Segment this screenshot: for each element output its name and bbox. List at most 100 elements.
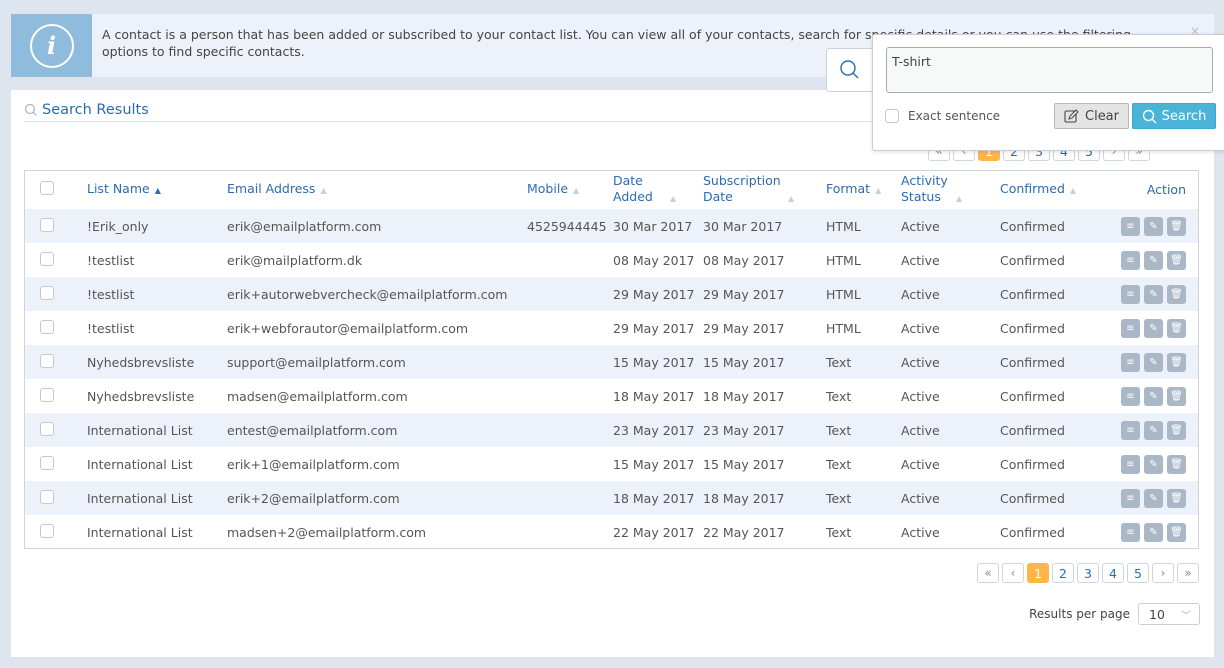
page-prev-button[interactable]: ‹ [1002, 563, 1024, 583]
page-button[interactable]: 3 [1077, 563, 1099, 583]
column-header-subscription-date[interactable]: Subscription Date ▲ [703, 171, 826, 209]
view-icon[interactable]: ≡ [1121, 352, 1140, 372]
cell-list-name: !testlist [87, 320, 135, 336]
page-last-button[interactable]: » [1177, 563, 1199, 583]
delete-icon[interactable]: 🗑 [1167, 522, 1186, 542]
table-row[interactable]: International List erik+1@emailplatform.c… [25, 447, 1198, 481]
column-header-email[interactable]: Email Address ▲ [227, 171, 527, 209]
row-checkbox[interactable] [40, 455, 54, 470]
cell-activity-status: Active [901, 209, 1000, 243]
cell-format: HTML [826, 252, 861, 268]
cell-list-name: !testlist [87, 252, 135, 268]
table-row[interactable]: International List madsen+2@emailplatform… [25, 515, 1198, 549]
cell-subscription-date: 18 May 2017 [703, 388, 785, 404]
edit-icon[interactable]: ✎ [1144, 250, 1163, 270]
edit-icon[interactable]: ✎ [1144, 386, 1163, 406]
page-first-button[interactable]: « [977, 563, 999, 583]
delete-icon[interactable]: 🗑 [1167, 284, 1186, 304]
row-checkbox[interactable] [40, 387, 54, 402]
cell-email: madsen@emailplatform.com [227, 388, 408, 404]
chevron-down-icon: ﹀ [1181, 610, 1191, 622]
delete-icon[interactable]: 🗑 [1167, 216, 1186, 236]
delete-icon[interactable]: 🗑 [1167, 454, 1186, 474]
table-row[interactable]: International List erik+2@emailplatform.c… [25, 481, 1198, 515]
table-row[interactable]: International List entest@emailplatform.c… [25, 413, 1198, 447]
results-per-page-select[interactable]: 10 ﹀ [1138, 603, 1200, 625]
search-results-title: Search Results [42, 102, 149, 118]
cell-date-added: 15 May 2017 [613, 456, 695, 472]
view-icon[interactable]: ≡ [1121, 216, 1140, 236]
cell-mobile: 4525944445 [527, 209, 613, 243]
page-next-button[interactable]: › [1152, 563, 1174, 583]
delete-icon[interactable]: 🗑 [1167, 318, 1186, 338]
cell-format: Text [826, 388, 852, 404]
cell-confirmed: Confirmed [1000, 320, 1065, 336]
cell-format: Text [826, 456, 852, 472]
cell-list-name: International List [87, 456, 193, 472]
edit-icon[interactable]: ✎ [1144, 352, 1163, 372]
edit-icon[interactable]: ✎ [1144, 284, 1163, 304]
delete-icon[interactable]: 🗑 [1167, 420, 1186, 440]
table-row[interactable]: Nyhedsbrevsliste support@emailplatform.co… [25, 345, 1198, 379]
column-header-date-added[interactable]: Date Added ▲ [613, 171, 703, 209]
select-all-checkbox[interactable] [40, 181, 54, 195]
cell-activity-status: Active [901, 388, 940, 404]
row-checkbox[interactable] [40, 217, 54, 232]
view-icon[interactable]: ≡ [1121, 522, 1140, 542]
column-header-activity-status[interactable]: Activity Status ▲ [901, 171, 1000, 209]
view-icon[interactable]: ≡ [1121, 488, 1140, 508]
table-row[interactable]: !testlist erik@mailplatform.dk 08 May 2017… [25, 243, 1198, 277]
search-query-input[interactable] [886, 47, 1213, 93]
cell-activity-status: Active [901, 345, 1000, 379]
delete-icon[interactable]: 🗑 [1167, 352, 1186, 372]
table-row[interactable]: !Erik_only erik@emailplatform.com 45259444… [25, 209, 1198, 243]
row-checkbox[interactable] [40, 353, 54, 368]
delete-icon[interactable]: 🗑 [1167, 386, 1186, 406]
column-header-list-name[interactable]: List Name ▲ [87, 171, 227, 209]
edit-icon[interactable]: ✎ [1144, 522, 1163, 542]
row-checkbox[interactable] [40, 319, 54, 334]
table-row[interactable]: !testlist erik+webforautor@emailplatform.… [25, 311, 1198, 345]
column-header-mobile[interactable]: Mobile ▲ [527, 171, 613, 209]
cell-activity-status: Active [901, 252, 940, 268]
cell-subscription-date: 29 May 2017 [703, 320, 785, 336]
cell-date-added: 18 May 2017 [613, 481, 703, 515]
exact-sentence-checkbox[interactable] [885, 109, 899, 123]
row-checkbox[interactable] [40, 421, 54, 436]
delete-icon[interactable]: 🗑 [1167, 250, 1186, 270]
cell-list-name: !Erik_only [87, 209, 227, 243]
edit-icon[interactable]: ✎ [1144, 488, 1163, 508]
row-checkbox[interactable] [40, 285, 54, 300]
clear-button[interactable]: Clear [1054, 103, 1129, 129]
sort-icon: ▲ [956, 194, 963, 203]
row-checkbox[interactable] [40, 489, 54, 504]
cell-list-name: International List [87, 524, 193, 540]
column-header-format[interactable]: Format ▲ [826, 171, 901, 209]
edit-icon[interactable]: ✎ [1144, 216, 1163, 236]
view-icon[interactable]: ≡ [1121, 420, 1140, 440]
page-button[interactable]: 5 [1127, 563, 1149, 583]
exact-sentence-option[interactable]: Exact sentence [885, 109, 1000, 123]
page-button[interactable]: 2 [1052, 563, 1074, 583]
column-header-confirmed[interactable]: Confirmed ▲ [1000, 171, 1100, 209]
row-checkbox[interactable] [40, 523, 54, 538]
view-icon[interactable]: ≡ [1121, 250, 1140, 270]
view-icon[interactable]: ≡ [1121, 454, 1140, 474]
page-button[interactable]: 4 [1102, 563, 1124, 583]
delete-icon[interactable]: 🗑 [1167, 488, 1186, 508]
edit-icon[interactable]: ✎ [1144, 454, 1163, 474]
view-icon[interactable]: ≡ [1121, 318, 1140, 338]
table-row[interactable]: !testlist erik+autorwebvercheck@emailplat… [25, 277, 1198, 311]
edit-icon[interactable]: ✎ [1144, 318, 1163, 338]
view-icon[interactable]: ≡ [1121, 386, 1140, 406]
cell-subscription-date: 30 Mar 2017 [703, 209, 826, 243]
cell-confirmed: Confirmed [1000, 345, 1100, 379]
table-row[interactable]: Nyhedsbrevsliste madsen@emailplatform.com… [25, 379, 1198, 413]
view-icon[interactable]: ≡ [1121, 284, 1140, 304]
page-button-current[interactable]: 1 [1027, 563, 1049, 583]
info-icon: i [29, 23, 74, 68]
row-checkbox[interactable] [40, 251, 54, 266]
edit-icon[interactable]: ✎ [1144, 420, 1163, 440]
search-button[interactable]: Search [1132, 103, 1216, 129]
cell-email: erik@mailplatform.dk [227, 252, 363, 268]
